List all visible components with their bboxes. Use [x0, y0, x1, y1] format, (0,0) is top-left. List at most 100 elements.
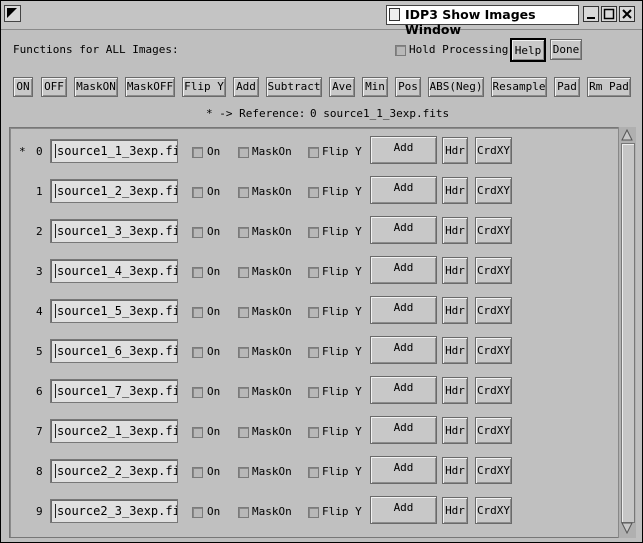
scrollbar-thumb[interactable]	[621, 143, 635, 523]
mask-on-label: MaskOn	[252, 225, 292, 238]
image-name-field[interactable]: source1_6_3exp.fits	[50, 339, 178, 363]
add-button[interactable]: Add	[370, 176, 437, 204]
coord-xy-button[interactable]: CrdXY	[475, 217, 512, 244]
add-button[interactable]: Add	[370, 136, 437, 164]
header-button[interactable]: Hdr	[442, 297, 468, 324]
header-button[interactable]: Hdr	[442, 457, 468, 484]
flip-y-checkbox[interactable]	[308, 227, 319, 238]
scroll-up-arrow-icon[interactable]	[621, 129, 633, 141]
image-name-value: source1_7_3exp.fits	[57, 384, 177, 398]
image-name-field[interactable]: source1_1_3exp.fits	[50, 139, 178, 163]
on-checkbox[interactable]	[192, 347, 203, 358]
mask-on-checkbox[interactable]	[238, 347, 249, 358]
mask-on-checkbox[interactable]	[238, 147, 249, 158]
on-checkbox[interactable]	[192, 427, 203, 438]
window-menu-button[interactable]	[4, 5, 21, 22]
mask-on-checkbox[interactable]	[238, 387, 249, 398]
coord-xy-button[interactable]: CrdXY	[475, 137, 512, 164]
flip-y-checkbox[interactable]	[308, 307, 319, 318]
image-name-field[interactable]: source1_5_3exp.fits	[50, 299, 178, 323]
header-button[interactable]: Hdr	[442, 377, 468, 404]
on-checkbox[interactable]	[192, 227, 203, 238]
add-button[interactable]: Add	[370, 416, 437, 444]
image-index: 2	[36, 225, 43, 238]
image-name-field[interactable]: source2_2_3exp.fits	[50, 459, 178, 483]
hold-processing-checkbox[interactable]	[395, 45, 406, 56]
coord-xy-button[interactable]: CrdXY	[475, 457, 512, 484]
all-subtract-button[interactable]: Subtract	[266, 77, 322, 97]
add-button[interactable]: Add	[370, 256, 437, 284]
coord-xy-button[interactable]: CrdXY	[475, 497, 512, 524]
mask-on-label: MaskOn	[252, 305, 292, 318]
image-name-field[interactable]: source2_3_3exp.fits	[50, 499, 178, 523]
flip-y-checkbox[interactable]	[308, 387, 319, 398]
all-pos-button[interactable]: Pos	[395, 77, 421, 97]
on-checkbox[interactable]	[192, 187, 203, 198]
help-button[interactable]: Help	[510, 38, 546, 62]
all-mask-off-button[interactable]: MaskOFF	[125, 77, 175, 97]
coord-xy-button[interactable]: CrdXY	[475, 417, 512, 444]
flip-y-checkbox[interactable]	[308, 467, 319, 478]
image-name-field[interactable]: source1_2_3exp.fits	[50, 179, 178, 203]
all-add-button[interactable]: Add	[233, 77, 259, 97]
close-button[interactable]	[619, 6, 635, 22]
done-button[interactable]: Done	[550, 39, 582, 60]
image-name-field[interactable]: source1_4_3exp.fits	[50, 259, 178, 283]
mask-on-checkbox[interactable]	[238, 187, 249, 198]
mask-on-checkbox[interactable]	[238, 507, 249, 518]
coord-xy-button[interactable]: CrdXY	[475, 257, 512, 284]
all-off-button[interactable]: OFF	[41, 77, 67, 97]
coord-xy-button[interactable]: CrdXY	[475, 177, 512, 204]
header-button[interactable]: Hdr	[442, 337, 468, 364]
scroll-down-arrow-icon[interactable]	[621, 522, 633, 534]
header-button[interactable]: Hdr	[442, 137, 468, 164]
add-button[interactable]: Add	[370, 336, 437, 364]
all-flip-y-button[interactable]: Flip Y	[182, 77, 226, 97]
minimize-button[interactable]	[583, 6, 599, 22]
maximize-button[interactable]	[601, 6, 617, 22]
mask-on-checkbox[interactable]	[238, 427, 249, 438]
all-min-button[interactable]: Min	[362, 77, 388, 97]
all-rm-pad-button[interactable]: Rm Pad	[587, 77, 631, 97]
coord-xy-button[interactable]: CrdXY	[475, 377, 512, 404]
on-checkbox[interactable]	[192, 507, 203, 518]
header-button[interactable]: Hdr	[442, 417, 468, 444]
add-button[interactable]: Add	[370, 296, 437, 324]
image-list-scrollbar[interactable]	[618, 127, 636, 538]
mask-on-label: MaskOn	[252, 505, 292, 518]
mask-on-checkbox[interactable]	[238, 467, 249, 478]
add-button[interactable]: Add	[370, 456, 437, 484]
image-name-field[interactable]: source1_7_3exp.fits	[50, 379, 178, 403]
all-pad-button[interactable]: Pad	[554, 77, 580, 97]
on-checkbox[interactable]	[192, 387, 203, 398]
flip-y-checkbox[interactable]	[308, 187, 319, 198]
flip-y-checkbox[interactable]	[308, 347, 319, 358]
mask-on-checkbox[interactable]	[238, 307, 249, 318]
coord-xy-button[interactable]: CrdXY	[475, 297, 512, 324]
all-on-button[interactable]: ON	[13, 77, 33, 97]
flip-y-checkbox[interactable]	[308, 507, 319, 518]
all-resample-button[interactable]: Resample	[491, 77, 547, 97]
header-button[interactable]: Hdr	[442, 177, 468, 204]
all-ave-button[interactable]: Ave	[329, 77, 355, 97]
mask-on-checkbox[interactable]	[238, 227, 249, 238]
flip-y-checkbox[interactable]	[308, 147, 319, 158]
on-checkbox[interactable]	[192, 147, 203, 158]
image-name-field[interactable]: source1_3_3exp.fits	[50, 219, 178, 243]
on-checkbox[interactable]	[192, 467, 203, 478]
coord-xy-button[interactable]: CrdXY	[475, 337, 512, 364]
add-button[interactable]: Add	[370, 216, 437, 244]
header-button[interactable]: Hdr	[442, 257, 468, 284]
header-button[interactable]: Hdr	[442, 497, 468, 524]
flip-y-checkbox[interactable]	[308, 427, 319, 438]
header-button[interactable]: Hdr	[442, 217, 468, 244]
all-mask-on-button[interactable]: MaskON	[74, 77, 118, 97]
add-button[interactable]: Add	[370, 496, 437, 524]
image-name-field[interactable]: source2_1_3exp.fits	[50, 419, 178, 443]
add-button[interactable]: Add	[370, 376, 437, 404]
on-checkbox[interactable]	[192, 307, 203, 318]
all-abs-neg-button[interactable]: ABS(Neg)	[428, 77, 484, 97]
mask-on-checkbox[interactable]	[238, 267, 249, 278]
on-checkbox[interactable]	[192, 267, 203, 278]
flip-y-checkbox[interactable]	[308, 267, 319, 278]
